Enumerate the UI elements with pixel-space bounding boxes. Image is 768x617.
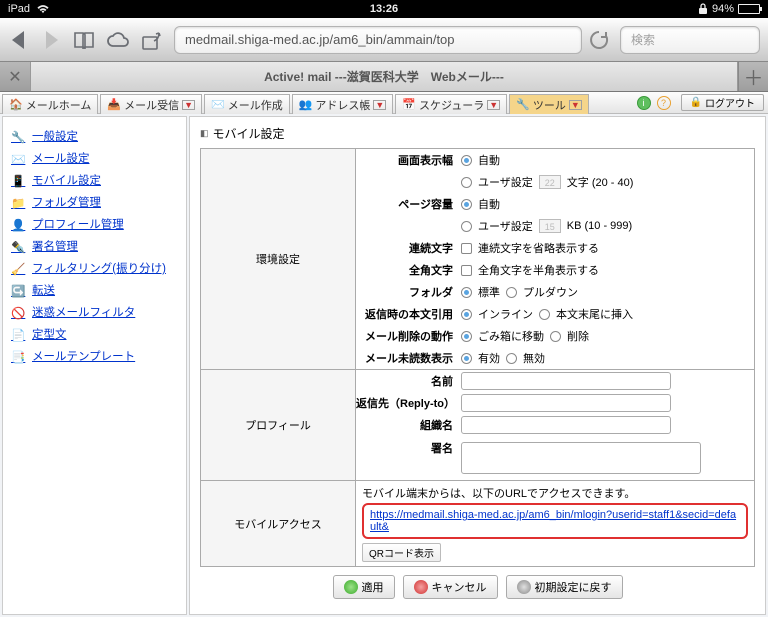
reset-button[interactable]: 初期設定に戻す <box>506 575 623 599</box>
ios-status-bar: iPad 13:26 94% <box>0 0 768 18</box>
tab-scheduler[interactable]: 📅スケジューラ▼ <box>395 94 507 114</box>
sidebar-item-mobile[interactable]: 📱モバイル設定 <box>9 169 180 191</box>
reset-icon <box>517 580 531 594</box>
clock: 13:26 <box>108 3 660 15</box>
content-area: モバイル設定 環境設定 画面表示幅 自動 ユーザ設定 22 <box>189 116 766 615</box>
battery-icon <box>738 4 760 14</box>
settings-table: 環境設定 画面表示幅 自動 ユーザ設定 22 文字 (20 - 40) <box>200 148 755 567</box>
radio-page-auto[interactable] <box>461 199 472 210</box>
bookmarks-icon[interactable] <box>72 29 96 51</box>
sidebar-item-template[interactable]: 📄定型文 <box>9 323 180 345</box>
radio-quote-end[interactable] <box>539 309 550 320</box>
section-profile: プロフィール <box>201 370 356 481</box>
search-input[interactable]: 検索 <box>620 26 760 54</box>
help-area: i ? <box>637 92 671 113</box>
sidebar-item-mail[interactable]: ✉️メール設定 <box>9 147 180 169</box>
safari-toolbar: medmail.shiga-med.ac.jp/am6_bin/ammain/t… <box>0 18 768 62</box>
mobile-note: モバイル端末からは、以下のURLでアクセスできます。 <box>362 485 748 501</box>
section-mobile: モバイルアクセス <box>201 481 356 567</box>
sidebar-item-spam[interactable]: 🚫迷惑メールフィルタ <box>9 301 180 323</box>
status-icon[interactable]: i <box>637 96 651 110</box>
radio-del-trash[interactable] <box>461 331 472 342</box>
browser-tabbar: ✕ Active! mail ---滋賀医科大学 Webメール--- ＋ <box>0 62 768 92</box>
radio-page-user[interactable] <box>461 221 472 232</box>
input-page-num[interactable]: 15 <box>539 219 561 233</box>
action-bar: 適用 キャンセル 初期設定に戻す <box>200 575 755 599</box>
radio-folder-std[interactable] <box>461 287 472 298</box>
device-label: iPad <box>8 3 30 15</box>
input-org[interactable] <box>461 416 671 434</box>
tab-mail-home[interactable]: 🏠メールホーム <box>2 94 98 114</box>
tab-mail-compose[interactable]: ✉️メール作成 <box>204 94 290 114</box>
lock-icon <box>698 3 708 15</box>
section-env: 環境設定 <box>201 149 356 370</box>
share-icon[interactable] <box>140 29 164 51</box>
qr-button[interactable]: QRコード表示 <box>362 543 441 562</box>
url-bar[interactable]: medmail.shiga-med.ac.jp/am6_bin/ammain/t… <box>174 26 582 54</box>
webmail-app: 🏠メールホーム 📥メール受信▼ ✉️メール作成 👥アドレス帳▼ 📅スケジューラ▼… <box>0 92 768 617</box>
input-width-num[interactable]: 22 <box>539 175 561 189</box>
mobile-url-box: https://medmail.shiga-med.ac.jp/am6_bin/… <box>362 503 748 539</box>
cancel-button[interactable]: キャンセル <box>403 575 498 599</box>
battery-pct: 94% <box>712 3 734 15</box>
tab-title[interactable]: Active! mail ---滋賀医科大学 Webメール--- <box>30 62 738 91</box>
sidebar-item-forward[interactable]: ↪️転送 <box>9 279 180 301</box>
radio-unread-on[interactable] <box>461 353 472 364</box>
input-name[interactable] <box>461 372 671 390</box>
x-icon <box>414 580 428 594</box>
checkbox-cont[interactable] <box>461 243 472 254</box>
sidebar-item-signature[interactable]: ✒️署名管理 <box>9 235 180 257</box>
sidebar-item-mailtmpl[interactable]: 📑メールテンプレート <box>9 345 180 367</box>
input-signature[interactable] <box>461 442 701 474</box>
radio-quote-inline[interactable] <box>461 309 472 320</box>
radio-width-auto[interactable] <box>461 155 472 166</box>
sidebar-item-profile[interactable]: 👤プロフィール管理 <box>9 213 180 235</box>
tab-tools[interactable]: 🔧ツール▼ <box>509 94 589 114</box>
tab-add-button[interactable]: ＋ <box>738 62 768 91</box>
sidebar-item-filter[interactable]: 🧹フィルタリング(振り分け) <box>9 257 180 279</box>
forward-button[interactable] <box>40 29 62 51</box>
logout-button[interactable]: 🔒ログアウト <box>681 94 764 111</box>
wifi-icon <box>36 4 50 14</box>
sidebar: 🔧一般設定 ✉️メール設定 📱モバイル設定 📁フォルダ管理 👤プロフィール管理 … <box>2 116 187 615</box>
cloud-icon[interactable] <box>106 29 130 51</box>
radio-del-now[interactable] <box>550 331 561 342</box>
tab-mail-receive[interactable]: 📥メール受信▼ <box>100 94 202 114</box>
radio-folder-pd[interactable] <box>506 287 517 298</box>
apply-button[interactable]: 適用 <box>333 575 395 599</box>
tab-addressbook[interactable]: 👥アドレス帳▼ <box>292 94 394 114</box>
sidebar-item-folder[interactable]: 📁フォルダ管理 <box>9 191 180 213</box>
page-title: モバイル設定 <box>200 125 755 142</box>
help-icon[interactable]: ? <box>657 96 671 110</box>
checkbox-full[interactable] <box>461 265 472 276</box>
input-replyto[interactable] <box>461 394 671 412</box>
reload-icon[interactable] <box>588 29 610 51</box>
mobile-url-link[interactable]: https://medmail.shiga-med.ac.jp/am6_bin/… <box>370 509 736 533</box>
tab-close-button[interactable]: ✕ <box>0 62 30 91</box>
radio-unread-off[interactable] <box>506 353 517 364</box>
radio-width-user[interactable] <box>461 177 472 188</box>
app-toolbar: 🏠メールホーム 📥メール受信▼ ✉️メール作成 👥アドレス帳▼ 📅スケジューラ▼… <box>0 92 768 114</box>
sidebar-item-general[interactable]: 🔧一般設定 <box>9 125 180 147</box>
check-icon <box>344 580 358 594</box>
back-button[interactable] <box>8 29 30 51</box>
